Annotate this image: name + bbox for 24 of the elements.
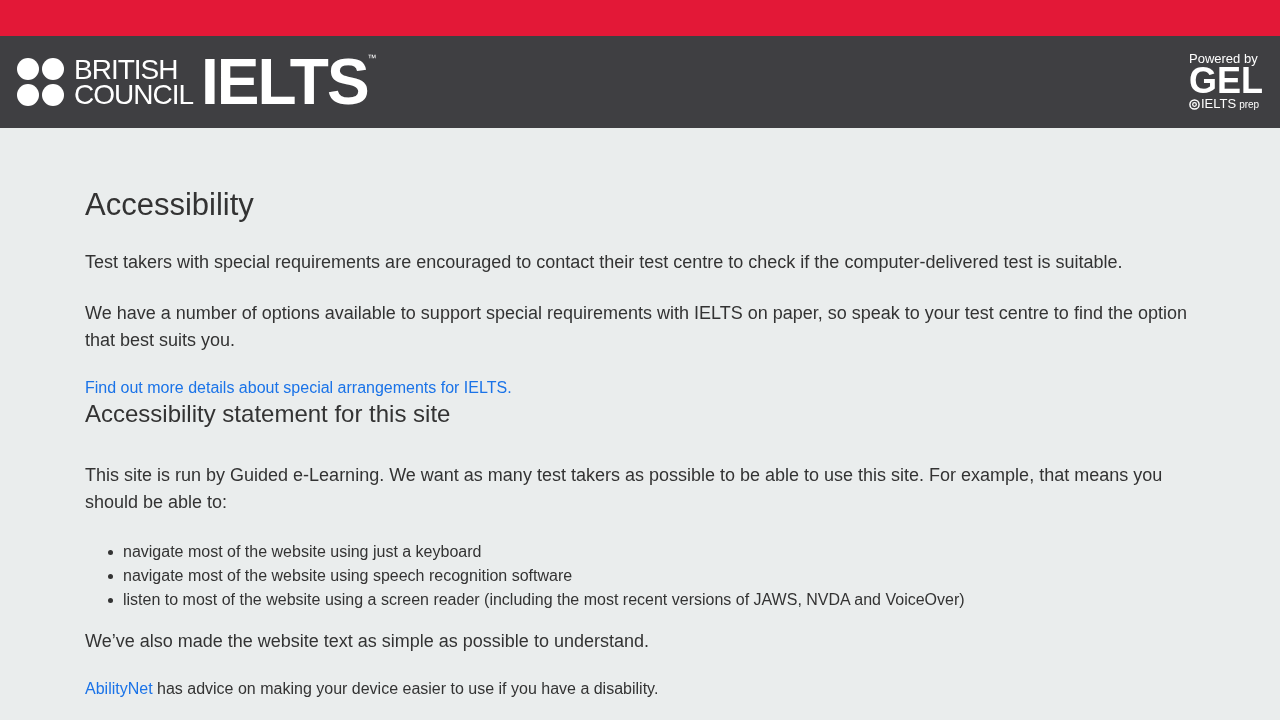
bullet-icon (108, 597, 113, 603)
trademark-text: ™ (367, 54, 377, 63)
paragraph: Test takers with special requirements are encouraged to contact their test centre to check if the computer-delivered test is suitable. (85, 251, 1124, 274)
ielts-text: IELTS (1201, 97, 1237, 111)
gel-logo-text: GEL (1189, 66, 1263, 96)
logo-text: BRITISH (74, 57, 179, 82)
powered-by-text: Powered by (1189, 52, 1258, 66)
details-link[interactable]: Find out more details about special arrangements for IELTS. (85, 378, 512, 398)
list-item-text: navigate most of the website using just a keyboard (123, 542, 482, 562)
ielts-logo-text: IELTS (201, 54, 368, 110)
abilitynet-link[interactable]: AbilityNet (85, 680, 153, 697)
paragraph: AbilityNet has advice on making your device easier to use if you have a disability. (85, 679, 660, 699)
logo-text: COUNCIL (74, 82, 193, 107)
bullet-icon (108, 573, 113, 579)
paragraph: We have a number of options available to support special requirements with IELTS on paper, so speak to your test centre to find the option that best suits you. (85, 302, 1188, 352)
section-heading: Accessibility statement for this site (85, 399, 452, 429)
prep-text: prep (1239, 98, 1260, 112)
bullet-icon (108, 549, 113, 555)
paragraph: We’ve also made the website text as simple as possible to understand. (85, 630, 650, 653)
page-title: Accessibility (85, 186, 255, 224)
list-item-text: navigate most of the website using speech recognition software (123, 566, 573, 586)
list-item-text: listen to most of the website using a screen reader (including the most recent versions of JAWS, NVDA and VoiceOver) (123, 590, 965, 610)
paragraph: This site is run by Guided e-Learning. We want as many test takers as possible to be able to use this site. For example, that means you should be able to: (85, 464, 1164, 514)
swirl-icon (1189, 98, 1200, 110)
